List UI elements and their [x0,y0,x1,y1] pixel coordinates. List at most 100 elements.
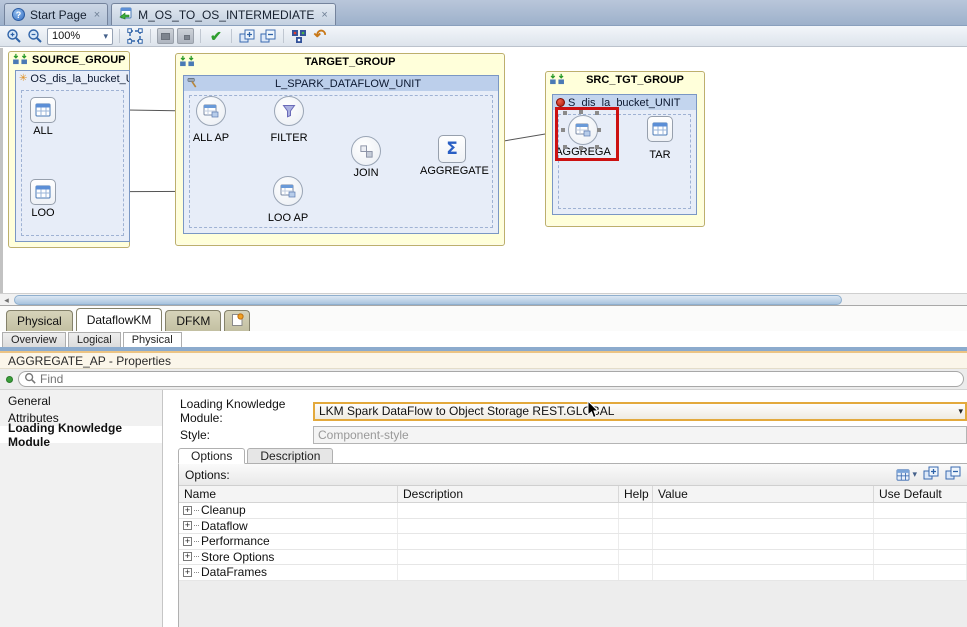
chevron-down-icon: ▾ [958,406,963,417]
datastore-icon [35,103,51,117]
row-label: Dataflow [201,519,248,533]
target-group-header: TARGET_GROUP [176,54,504,70]
selection-highlight-rect [555,107,619,161]
validate-icon[interactable]: ✔ [207,27,225,45]
find-input[interactable] [40,372,963,386]
tab-overview[interactable]: Overview [2,332,66,347]
tab-description[interactable]: Description [247,448,333,464]
node-loo-ap[interactable] [273,176,303,206]
group-icon [12,53,29,68]
close-icon[interactable]: × [94,10,100,20]
group-icon [549,73,566,88]
expand-toggle-icon[interactable]: + [183,552,192,561]
properties-sidebar: General Attributes Loading Knowledge Mod… [0,390,163,627]
collapse-all-button[interactable] [259,27,277,45]
dataset-star-icon: ✳ [19,74,27,84]
access-point-icon [203,104,219,118]
column-value: Value [653,486,874,502]
datastore-icon [652,122,668,136]
sidebar-item-loading-knowledge-module[interactable]: Loading Knowledge Module [0,426,162,443]
node-loo[interactable] [30,179,56,205]
node-all-ap-label: ALL AP [179,132,243,144]
node-tar[interactable] [647,116,673,142]
group-icon [179,55,196,70]
lkm-label: Loading Knowledge Module: [180,397,313,425]
node-filter[interactable] [274,96,304,126]
tab-dfkm[interactable]: DFKM [165,310,221,331]
view-tab-bar: Overview Logical Physical [0,331,967,347]
row-label: Performance [201,534,270,548]
zoom-level-value: 100% [52,30,80,42]
odi-window: ? Start Page × M_OS_TO_OS_INTERMEDIATE ×… [0,0,967,627]
node-all[interactable] [30,97,56,123]
table-view-button[interactable]: ▾ [896,469,917,481]
scrollbar-thumb[interactable] [14,295,842,305]
expand-toggle-icon[interactable]: + [183,521,192,530]
target-group-title: TARGET_GROUP [199,56,501,68]
options-toolbar: Options: ▾ [179,464,967,486]
sidebar-item-general-label: General [8,394,51,408]
mapping-canvas[interactable]: SOURCE_GROUP ✳ OS_dis_la_bucket_U TARGET… [0,48,967,293]
style-row: Style: Component-style [180,425,967,445]
layout-sync-icon[interactable] [290,27,308,45]
horizontal-scrollbar[interactable]: ◂ [0,293,967,306]
node-all-label: ALL [11,125,75,137]
filter-funnel-icon [281,103,297,119]
tab-physical-view-label: Physical [132,334,173,346]
expand-toggle-icon[interactable]: + [183,537,192,546]
source-unit-header: ✳ OS_dis_la_bucket_U [16,71,129,86]
table-row-cleanup[interactable]: + Cleanup [179,503,967,519]
options-panel: Options: ▾ N [178,463,967,627]
properties-title-text: AGGREGATE_AP - Properties [8,354,171,368]
collapse-all-rows-button[interactable] [945,466,961,484]
tab-dataflowkm[interactable]: DataflowKM [76,308,163,331]
table-row-store-options[interactable]: +Store Options [179,550,967,566]
style-field[interactable]: Component-style [313,426,967,444]
tab-description-label: Description [260,449,320,463]
node-join[interactable] [351,136,381,166]
properties-title: AGGREGATE_AP - Properties [0,353,967,369]
sidebar-item-general[interactable]: General [0,392,162,409]
zoom-in-button[interactable] [5,27,23,45]
options-caption: Options: [185,468,230,482]
tab-logical-label: Logical [77,334,112,346]
row-label: Cleanup [201,503,246,517]
table-row-dataflow[interactable]: + Dataflow [179,519,967,535]
lkm-select[interactable]: LKM Spark DataFlow to Object Storage RES… [313,402,967,421]
mapping-icon [119,6,133,23]
tab-physical-km[interactable]: Physical [6,310,73,331]
toolbar-separator [283,29,284,43]
table-row-dataframes[interactable]: +DataFrames [179,565,967,581]
document-tab-bar: ? Start Page × M_OS_TO_OS_INTERMEDIATE × [0,0,967,26]
close-icon[interactable]: × [321,10,327,20]
source-group-title: SOURCE_GROUP [32,54,126,66]
tab-start-page[interactable]: ? Start Page × [4,3,108,25]
fit-selection-button[interactable] [126,27,144,45]
expand-toggle-icon[interactable]: + [183,506,192,515]
node-all-ap[interactable] [196,96,226,126]
question-icon: ? [12,8,25,21]
tab-km-note[interactable] [224,310,250,331]
column-use-default: Use Default [874,486,967,502]
expand-toggle-icon[interactable]: + [183,568,192,577]
status-dot-icon [6,376,13,383]
mouse-cursor [587,400,599,422]
tab-mapping[interactable]: M_OS_TO_OS_INTERMEDIATE × [111,3,336,25]
tab-physical-view[interactable]: Physical [123,332,182,347]
tab-start-page-label: Start Page [30,8,87,22]
toolbar-separator [119,29,120,43]
expand-all-rows-button[interactable] [923,466,939,484]
zoom-out-button[interactable] [26,27,44,45]
collapse-view-button-disabled [157,28,174,44]
undo-icon[interactable]: ↶ [311,27,329,45]
spark-unit-header: L_SPARK_DATAFLOW_UNIT [184,76,498,91]
zoom-level-select[interactable]: 100% ▾ [47,28,113,45]
expand-all-button[interactable] [238,27,256,45]
node-aggregate[interactable]: Σ [438,135,466,163]
tab-options[interactable]: Options [178,448,245,464]
tab-logical[interactable]: Logical [68,332,121,347]
table-row-performance[interactable]: + Performance [179,534,967,550]
node-filter-label: FILTER [257,132,321,144]
find-box[interactable] [18,371,964,387]
scroll-left-icon[interactable]: ◂ [1,295,12,305]
